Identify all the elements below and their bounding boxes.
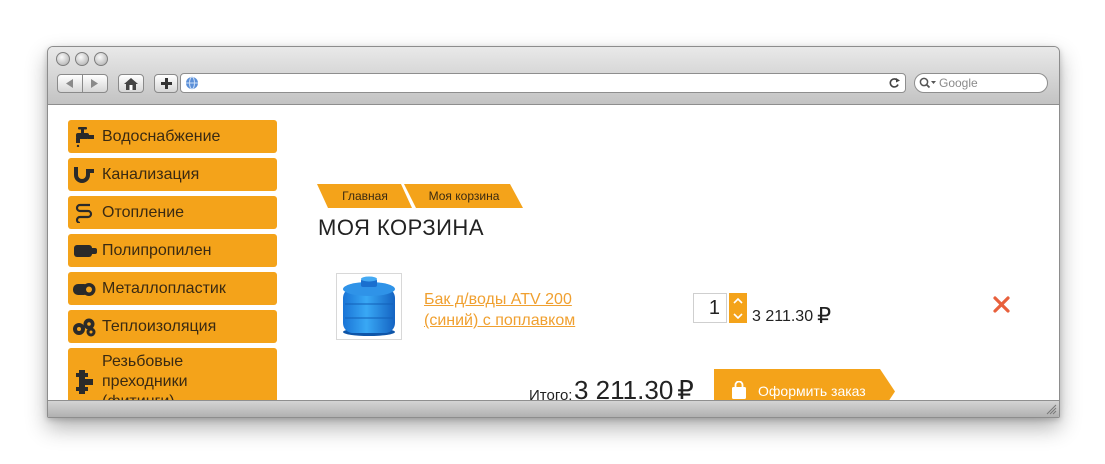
total-value: 3 211.30 ₽ bbox=[574, 375, 694, 401]
product-name-link[interactable]: Бак д/воды ATV 200 (синий) с поплавком bbox=[424, 289, 624, 331]
close-icon bbox=[993, 296, 1010, 313]
item-price-value: 3 211.30 bbox=[752, 308, 814, 325]
sidebar-item-label: Теплоизоляция bbox=[102, 317, 217, 335]
total-label: Итого: bbox=[529, 387, 573, 401]
sidebar-item-insulation[interactable]: Теплоизоляция bbox=[68, 310, 277, 343]
arrow-right-icon bbox=[91, 79, 98, 88]
reload-icon[interactable] bbox=[888, 77, 900, 89]
new-tab-button[interactable] bbox=[154, 74, 178, 93]
globe-icon bbox=[186, 76, 198, 90]
sidebar-item-metal-plastic[interactable]: Металлопластик bbox=[68, 272, 277, 305]
browser-toolbar: Google bbox=[48, 47, 1059, 105]
pipe-coil-icon bbox=[68, 280, 102, 298]
browser-window: Google Водоснабжение Канализация Отоплен… bbox=[47, 46, 1060, 418]
page-title: МОЯ КОРЗИНА bbox=[318, 215, 484, 240]
home-button[interactable] bbox=[118, 74, 144, 93]
checkout-label: Оформить заказ bbox=[758, 383, 866, 399]
address-bar[interactable] bbox=[180, 73, 906, 93]
search-icon bbox=[919, 77, 936, 89]
search-placeholder: Google bbox=[939, 76, 978, 90]
quantity-decrease-button[interactable] bbox=[729, 308, 747, 323]
arrow-left-icon bbox=[66, 79, 73, 88]
breadcrumb-label: Моя корзина bbox=[428, 189, 500, 203]
sidebar-item-label: Резьбовые преходники (фитинги) bbox=[102, 353, 188, 401]
sidebar-item-water-supply[interactable]: Водоснабжение bbox=[68, 120, 277, 153]
checkout-button[interactable]: Оформить заказ bbox=[714, 369, 896, 401]
chevron-down-icon bbox=[733, 312, 743, 319]
minimize-window-button[interactable] bbox=[75, 52, 89, 66]
chevron-up-icon bbox=[733, 297, 743, 304]
home-icon bbox=[124, 77, 138, 90]
sidebar-item-heating[interactable]: Отопление bbox=[68, 196, 277, 229]
sidebar-item-label: Полипропилен bbox=[102, 241, 212, 259]
item-price: 3 211.30 ₽ bbox=[752, 301, 832, 328]
plus-icon bbox=[160, 78, 172, 89]
water-tank-image bbox=[343, 276, 395, 336]
sidebar-item-label: Водоснабжение bbox=[102, 127, 221, 145]
sidebar-item-label: Канализация bbox=[102, 165, 200, 183]
pipe-trap-icon bbox=[68, 165, 102, 185]
breadcrumb-label: Главная bbox=[342, 189, 388, 203]
forward-button[interactable] bbox=[82, 74, 108, 93]
sidebar-item-label: Отопление bbox=[102, 203, 185, 221]
faucet-icon bbox=[68, 126, 102, 147]
remove-item-button[interactable] bbox=[993, 296, 1010, 318]
currency-sign: ₽ bbox=[677, 375, 694, 401]
heating-coil-icon bbox=[68, 203, 102, 223]
breadcrumb-cart[interactable]: Моя корзина bbox=[404, 184, 524, 208]
fitting-icon bbox=[68, 370, 102, 394]
close-window-button[interactable] bbox=[56, 52, 70, 66]
shopping-bag-icon bbox=[732, 381, 746, 399]
back-button[interactable] bbox=[57, 74, 83, 93]
pipe-icon bbox=[68, 242, 102, 260]
quantity-input[interactable]: 1 bbox=[693, 293, 727, 323]
sidebar-item-polypropylene[interactable]: Полипропилен bbox=[68, 234, 277, 267]
sidebar-item-threaded-fittings[interactable]: Резьбовые преходники (фитинги) bbox=[68, 348, 277, 401]
page-content: Водоснабжение Канализация Отопление Поли… bbox=[49, 105, 1058, 401]
product-image[interactable] bbox=[336, 273, 402, 340]
breadcrumb-home[interactable]: Главная bbox=[317, 184, 413, 208]
search-field[interactable]: Google bbox=[914, 73, 1048, 93]
quantity-increase-button[interactable] bbox=[729, 293, 747, 308]
sidebar-item-sewerage[interactable]: Канализация bbox=[68, 158, 277, 191]
status-bar bbox=[48, 400, 1059, 417]
currency-sign: ₽ bbox=[817, 303, 832, 328]
insulation-icon bbox=[68, 317, 102, 337]
total-amount: 3 211.30 bbox=[574, 375, 674, 401]
sidebar-item-label: Металлопластик bbox=[102, 279, 226, 297]
zoom-window-button[interactable] bbox=[94, 52, 108, 66]
resize-grip-icon[interactable] bbox=[1046, 404, 1057, 415]
